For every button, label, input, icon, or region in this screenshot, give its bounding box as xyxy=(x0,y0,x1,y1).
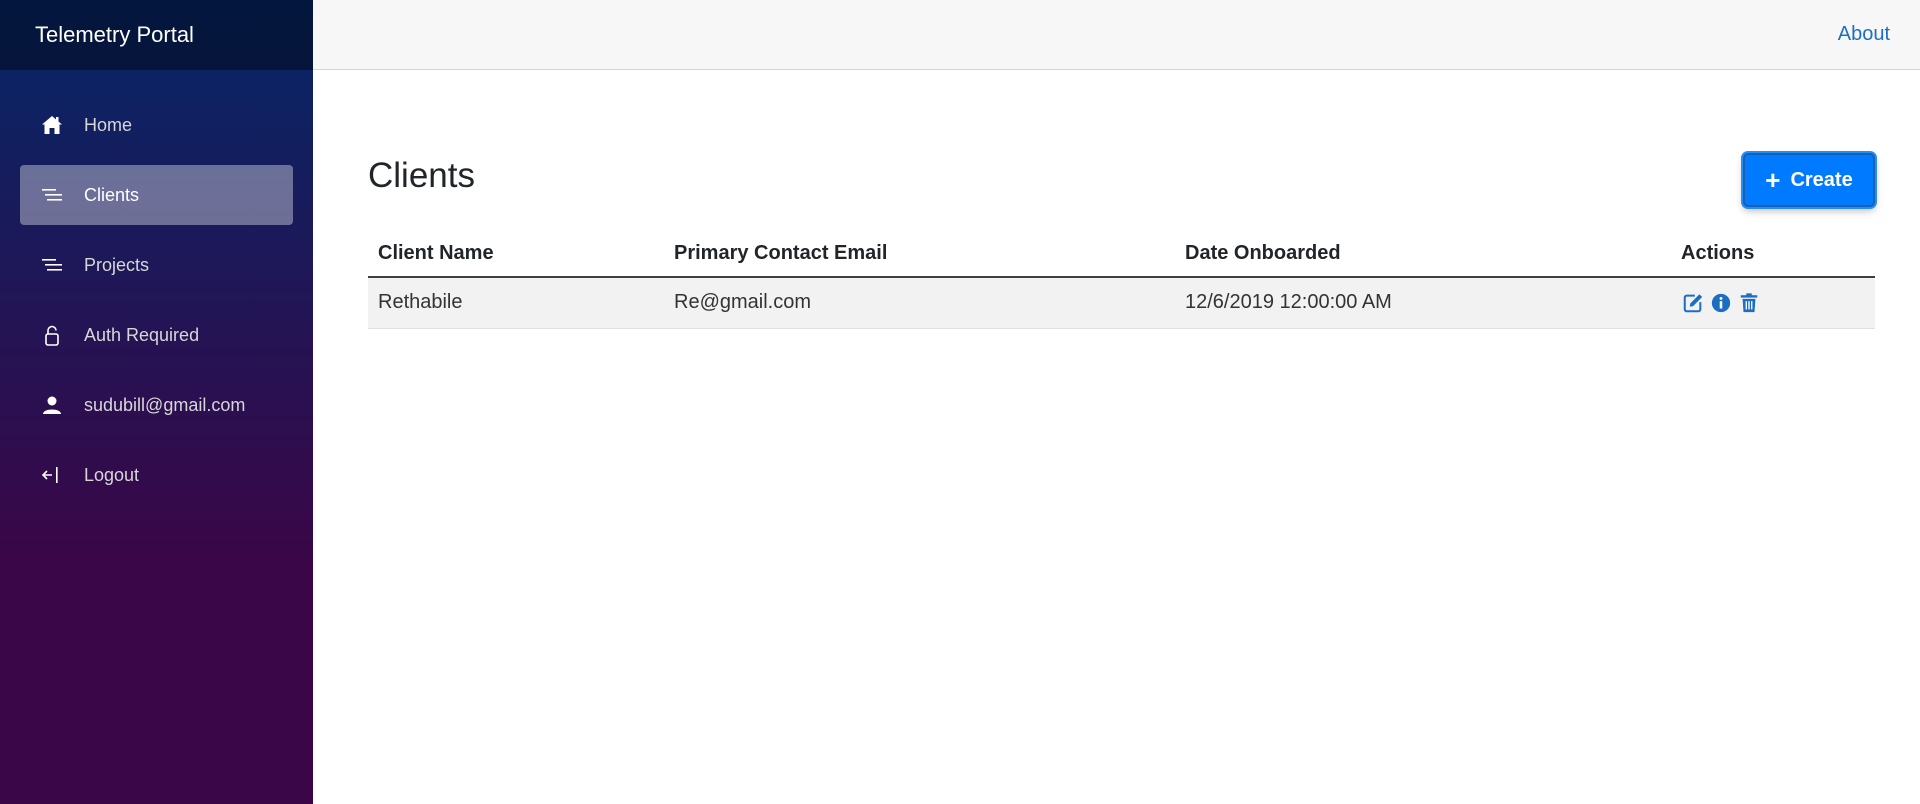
sidebar-item: Home xyxy=(0,90,313,160)
cell-date-onboarded: 12/6/2019 12:00:00 AM xyxy=(1175,277,1671,329)
sidebar-item-label: Projects xyxy=(84,254,150,275)
sidebar-item-label: Clients xyxy=(84,184,140,205)
list-icon xyxy=(40,253,64,277)
sidebar-item: Logout xyxy=(0,440,313,510)
sidebar-item-home[interactable]: Home xyxy=(20,95,293,155)
clients-table: Client Name Primary Contact Email Date O… xyxy=(368,230,1875,329)
sidebar-item: Projects xyxy=(0,230,313,300)
main-content: Clients + Create Client Name Primary Con… xyxy=(368,70,1875,329)
sidebar: Telemetry Portal Home Clients Projects A… xyxy=(0,0,313,804)
sidebar-item-auth-required[interactable]: Auth Required xyxy=(20,305,293,365)
list-icon xyxy=(40,183,64,207)
cell-actions xyxy=(1671,277,1875,329)
sidebar-item-account[interactable]: sudubill@gmail.com xyxy=(20,375,293,435)
column-header-actions: Actions xyxy=(1671,230,1875,278)
info-icon[interactable] xyxy=(1709,291,1733,315)
cell-client-name: Rethabile xyxy=(368,277,664,329)
column-header-client-name: Client Name xyxy=(368,230,664,278)
page-header: Clients + Create xyxy=(368,70,1875,230)
logout-icon xyxy=(40,463,64,487)
top-bar: About xyxy=(313,0,1920,70)
sidebar-item-projects[interactable]: Projects xyxy=(20,235,293,295)
table-header-row: Client Name Primary Contact Email Date O… xyxy=(368,230,1875,278)
edit-icon[interactable] xyxy=(1681,291,1705,315)
column-header-date-onboarded: Date Onboarded xyxy=(1175,230,1671,278)
page-title: Clients xyxy=(368,156,475,195)
create-button[interactable]: + Create xyxy=(1743,153,1875,207)
sidebar-item: sudubill@gmail.com xyxy=(0,370,313,440)
brand-link[interactable]: Telemetry Portal xyxy=(35,22,194,48)
person-icon xyxy=(40,393,64,417)
home-icon xyxy=(40,113,64,137)
sidebar-item-label: Logout xyxy=(84,464,140,485)
sidebar-item-clients[interactable]: Clients xyxy=(20,165,293,225)
sidebar-item-label: Home xyxy=(84,114,133,135)
sidebar-item: Auth Required xyxy=(0,300,313,370)
brand-bar: Telemetry Portal xyxy=(0,0,313,70)
column-header-email: Primary Contact Email xyxy=(664,230,1175,278)
about-link[interactable]: About xyxy=(1838,23,1890,46)
sidebar-item-label: Auth Required xyxy=(84,324,200,345)
create-button-label: Create xyxy=(1790,168,1853,191)
row-actions xyxy=(1681,291,1865,315)
sidebar-item: Clients xyxy=(0,160,313,230)
sidebar-item-label: sudubill@gmail.com xyxy=(84,394,246,415)
sidebar-nav: Home Clients Projects Auth Required sudu… xyxy=(0,70,313,510)
sidebar-item-logout[interactable]: Logout xyxy=(20,445,293,505)
trash-icon[interactable] xyxy=(1737,291,1761,315)
cell-email: Re@gmail.com xyxy=(664,277,1175,329)
lock-icon xyxy=(40,323,64,347)
table-row: Rethabile Re@gmail.com 12/6/2019 12:00:0… xyxy=(368,277,1875,329)
plus-icon: + xyxy=(1765,165,1781,195)
